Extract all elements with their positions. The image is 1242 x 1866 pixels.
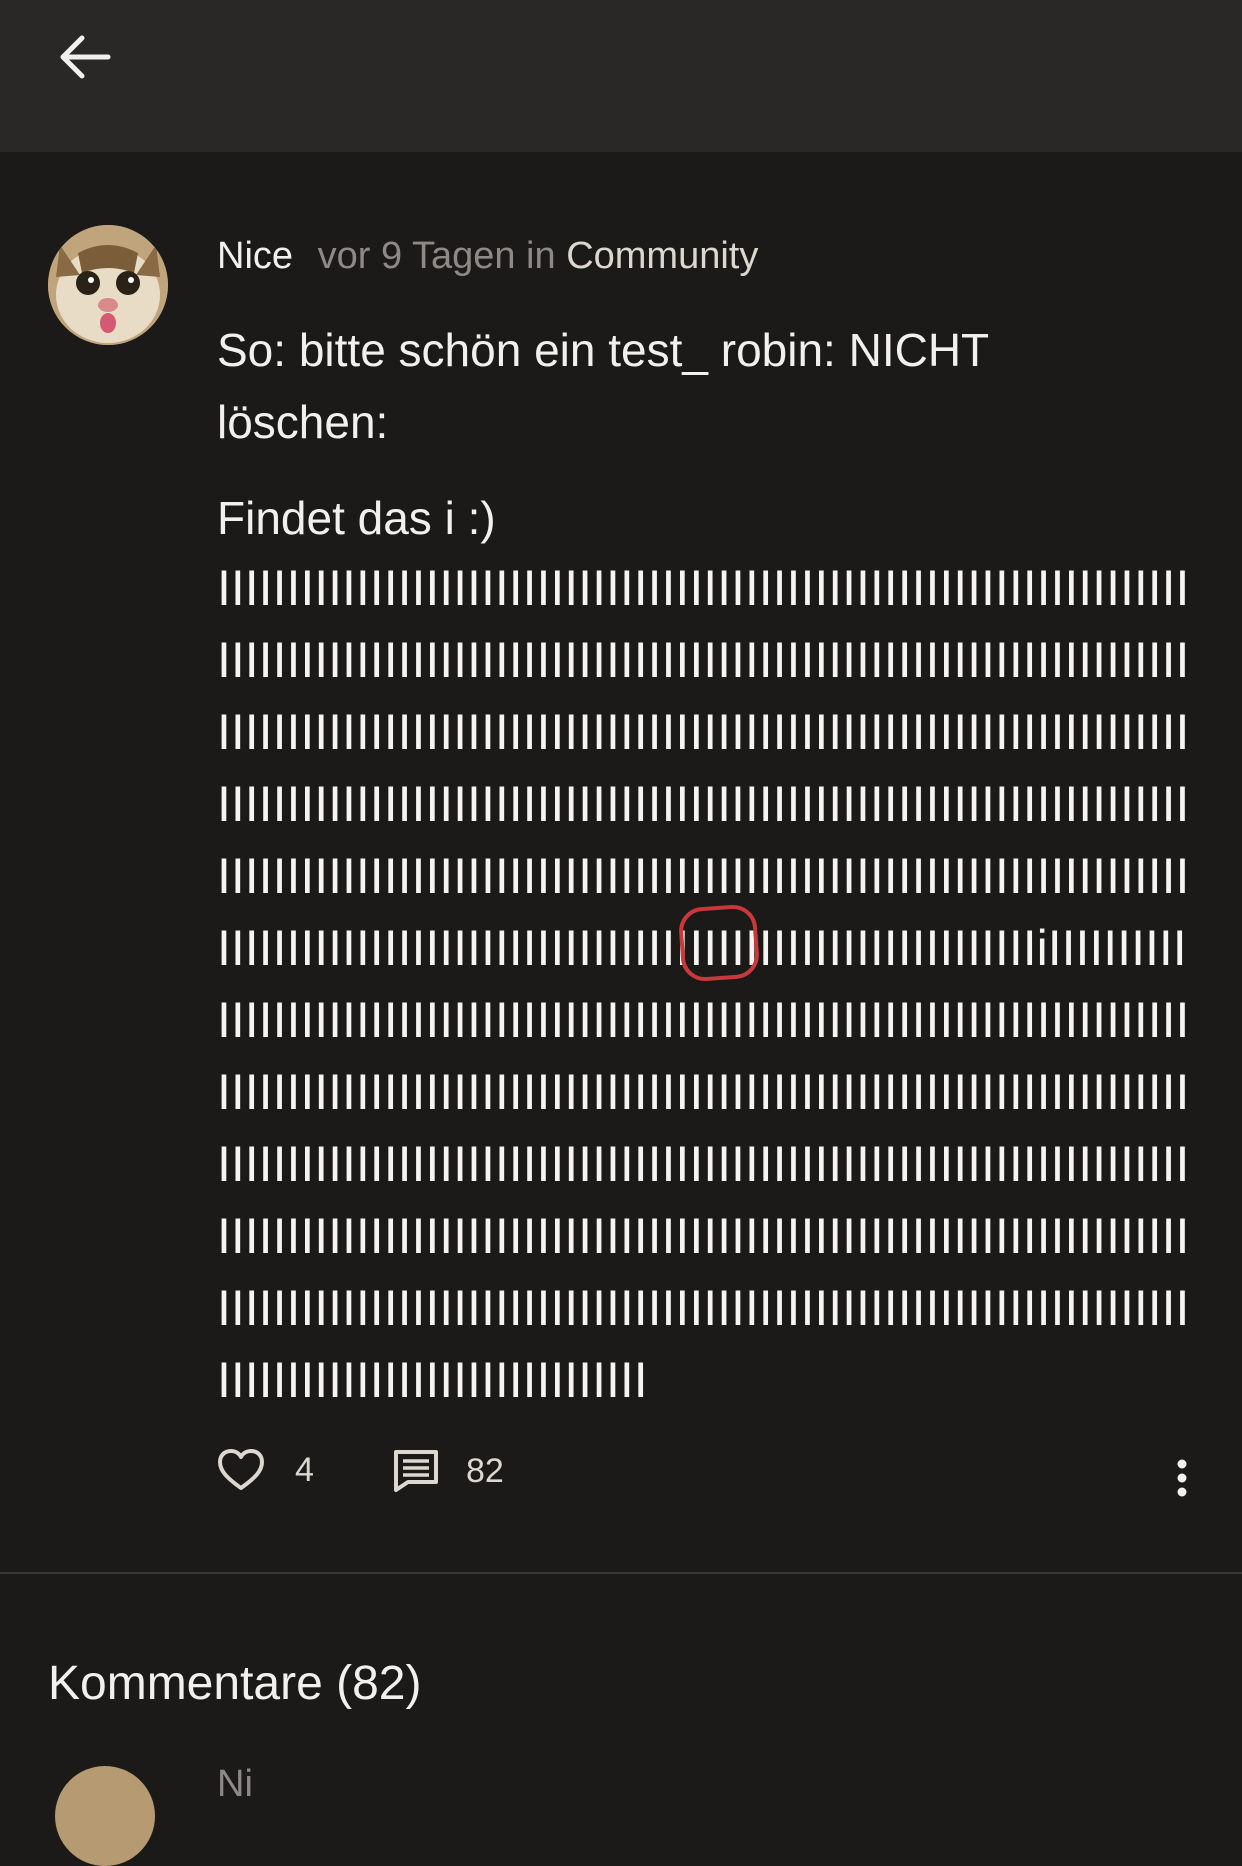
comment-count: 82 [466, 1451, 504, 1490]
post-time: vor 9 Tagen [317, 235, 516, 277]
comment-avatar[interactable] [55, 1766, 155, 1866]
bar-row: IIIIIIIIIIIIIIIIIIIIIIIIIIIIIII [217, 1358, 648, 1408]
bar-row: IIIIIIIIIIIIIIIIIIIIIIIIIIIIIIIIIIIIIIII… [217, 1070, 1191, 1120]
in-word: in [526, 235, 556, 277]
heart-icon [218, 1449, 264, 1490]
bar-row: IIIIIIIIIIIIIIIIIIIIIIIIIIIIIIIIIIIIIIII… [217, 638, 1191, 688]
bar-row: IIIIIIIIIIIIIIIIIIIIIIIIIIIIIIIIIIIIIIII… [217, 1286, 1191, 1336]
author-avatar[interactable] [48, 225, 168, 345]
post-line-2: löschen: [217, 396, 389, 448]
bar-row: IIIIIIIIIIIIIIIIIIIIIIIIIIIIIIIIIIIIIIII… [217, 566, 1191, 616]
comments-heading: Kommentare (82) [48, 1657, 422, 1710]
comment-icon [394, 1450, 438, 1492]
post-actions: 4 82 [217, 1448, 1197, 1508]
like-count: 4 [295, 1450, 314, 1489]
back-button[interactable] [50, 26, 120, 88]
community-link[interactable]: Community [566, 235, 758, 277]
comment-author-peek: Ni [217, 1763, 253, 1805]
post-line-1: So: bitte schön ein test_ robin: NICHT [217, 324, 990, 376]
comment-button[interactable]: 82 [392, 1448, 504, 1494]
hand-drawn-circle [677, 903, 761, 983]
bar-row: IIIIIIIIIIIIIIIIIIIIIIIIIIIIIIIIIIIIIIII… [217, 998, 1191, 1048]
more-vertical-icon [1177, 1459, 1187, 1497]
post-meta: Nice vor 9 Tagen in Community [217, 228, 758, 284]
cat-avatar-image [48, 225, 168, 345]
bar-row: IIIIIIIIIIIIIIIIIIIIIIIIIIIIIIIIIIIIIIII… [217, 1214, 1191, 1264]
bar-row: IIIIIIIIIIIIIIIIIIIIIIIIIIIIIIIIIIIIIIII… [217, 710, 1191, 760]
section-divider [0, 1572, 1242, 1574]
letter-puzzle: IIIIIIIIIIIIIIIIIIIIIIIIIIIIIIIIIIIIIIII… [217, 566, 1191, 1430]
bar-row: IIIIIIIIIIIIIIIIIIIIIIIIIIIIIIIIIIIIIIII… [217, 782, 1191, 832]
like-button[interactable]: 4 [217, 1448, 314, 1492]
author-name[interactable]: Nice [217, 235, 293, 277]
post-line-3: Findet das i :) [217, 492, 496, 544]
more-options-button[interactable] [1167, 1448, 1197, 1508]
top-app-bar [0, 0, 1242, 152]
bar-row: IIIIIIIIIIIIIIIIIIIIIIIIIIIIIIIIIIIIIIII… [217, 1142, 1191, 1192]
post-body: So: bitte schön ein test_ robin: NICHT l… [217, 314, 1097, 554]
arrow-left-icon [60, 35, 111, 79]
